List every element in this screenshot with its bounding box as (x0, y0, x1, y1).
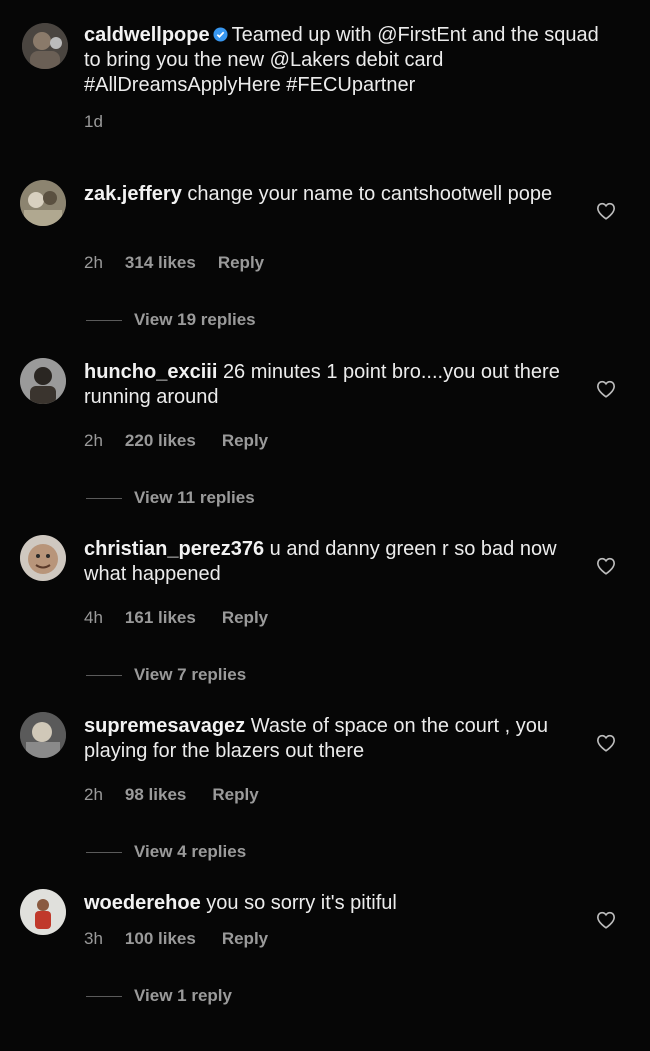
reply-button[interactable]: Reply (218, 253, 264, 273)
comment-time: 2h (84, 785, 103, 804)
reply-button[interactable]: Reply (222, 929, 268, 949)
verified-badge-icon (213, 24, 228, 42)
username[interactable]: supremesavagez (84, 715, 245, 737)
view-replies-button[interactable]: View 19 replies (86, 310, 256, 330)
username[interactable]: huncho_exciii (84, 361, 217, 383)
caption-time: 1d (84, 112, 103, 131)
comment-time: 3h (84, 929, 103, 948)
heart-icon[interactable] (596, 911, 616, 929)
avatar[interactable] (20, 889, 66, 935)
comment-text: you so sorry it's pitiful (206, 892, 397, 914)
avatar[interactable] (20, 180, 66, 226)
comment: supremesavagez Waste of space on the cou… (0, 712, 650, 874)
comment: huncho_exciii 26 minutes 1 point bro....… (0, 358, 650, 520)
view-replies-button[interactable]: View 1 reply (86, 986, 232, 1006)
likes-count[interactable]: 100 likes (125, 929, 196, 949)
view-replies-button[interactable]: View 7 replies (86, 665, 246, 685)
username[interactable]: christian_perez376 (84, 538, 264, 560)
avatar[interactable] (20, 535, 66, 581)
username[interactable]: zak.jeffery (84, 183, 182, 205)
heart-icon[interactable] (596, 202, 616, 220)
heart-icon[interactable] (596, 734, 616, 752)
comment-time: 2h (84, 253, 103, 272)
username[interactable]: caldwellpope (84, 24, 210, 46)
heart-icon[interactable] (596, 557, 616, 575)
username[interactable]: woederehoe (84, 892, 201, 914)
avatar[interactable] (22, 23, 68, 69)
heart-icon[interactable] (596, 380, 616, 398)
avatar[interactable] (20, 712, 66, 758)
comment-time: 4h (84, 608, 103, 627)
comment: zak.jeffery change your name to cantshoo… (0, 180, 650, 342)
likes-count[interactable]: 161 likes (125, 608, 196, 628)
reply-button[interactable]: Reply (212, 785, 258, 805)
view-replies-button[interactable]: View 11 replies (86, 488, 255, 508)
reply-button[interactable]: Reply (222, 608, 268, 628)
likes-count[interactable]: 98 likes (125, 785, 186, 805)
comment: christian_perez376 u and danny green r s… (0, 535, 650, 697)
reply-button[interactable]: Reply (222, 431, 268, 451)
comment: woederehoe you so sorry it's pitiful 3h 1… (0, 889, 650, 1051)
comment-time: 2h (84, 431, 103, 450)
likes-count[interactable]: 220 likes (125, 431, 196, 451)
comment-text: change your name to cantshootwell pope (187, 183, 553, 205)
view-replies-button[interactable]: View 4 replies (86, 842, 246, 862)
likes-count[interactable]: 314 likes (125, 253, 196, 273)
avatar[interactable] (20, 358, 66, 404)
